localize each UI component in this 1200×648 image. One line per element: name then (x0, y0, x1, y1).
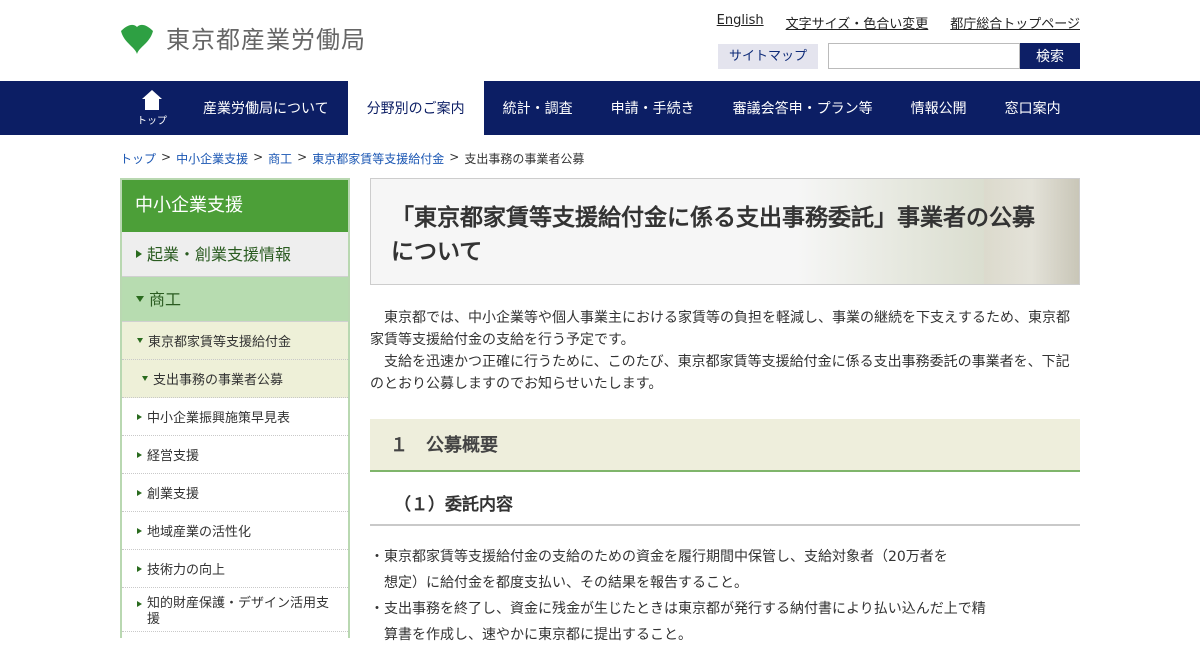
bullet-list: ・東京都家賃等支援給付金の支給のための資金を履行期間中保管し、支給対象者（20万… (370, 544, 1080, 648)
sitemap-button[interactable]: サイトマップ (718, 43, 818, 69)
subsection-heading: （１）委託内容 (370, 490, 1080, 526)
nav-home-label: トップ (137, 116, 167, 127)
search-button[interactable]: 検索 (1020, 43, 1080, 69)
sidebar-item-label: 技術力の向上 (147, 563, 226, 578)
breadcrumb-top[interactable]: トップ (120, 150, 156, 167)
breadcrumb-sme-support[interactable]: 中小企業支援 (176, 150, 248, 167)
sidebar-item-regional-industry[interactable]: 地域産業の活性化 (122, 512, 348, 550)
bullet-item: ・東京都家賃等支援給付金の支給のための資金を履行期間中保管し、支給対象者（20万… (370, 544, 1080, 596)
bullet-text-continued: 想定）に給付金を都度支払い、その結果を報告すること。 (384, 575, 748, 591)
sidebar-item-technology[interactable]: 技術力の向上 (122, 550, 348, 588)
breadcrumb-rent-benefit[interactable]: 東京都家賃等支援給付金 (312, 150, 444, 167)
nav-home[interactable]: トップ (120, 81, 184, 135)
sidebar-item-label: 地域産業の活性化 (147, 525, 252, 540)
sidebar-item-ip-design[interactable]: 知的財産保護・デザイン活用支援 (122, 588, 348, 632)
sidebar-item-startup-support[interactable]: 起業・創業支援情報 (122, 232, 348, 277)
breadcrumb: トップ > 中小企業支援 > 商工 > 東京都家賃等支援給付金 > 支出事務の事… (120, 150, 584, 167)
sidebar-item-commerce[interactable]: 商工 (122, 277, 348, 322)
triangle-right-icon (137, 565, 142, 572)
english-link[interactable]: English (717, 13, 764, 32)
nav-statistics[interactable]: 統計・調査 (484, 81, 592, 135)
intro-paragraph: 東京都では、中小企業等や個人事業主における家賃等の負担を軽減し、事業の継続を下支… (370, 310, 1070, 348)
triangle-down-icon (136, 296, 144, 302)
nav-applications[interactable]: 申請・手続き (592, 81, 714, 135)
triangle-right-icon (137, 451, 142, 458)
local-nav-sidebar: 中小企業支援 起業・創業支援情報 商工 東京都家賃等支援給付金 支出事務の事業者… (120, 178, 350, 638)
text-size-color-link[interactable]: 文字サイズ・色合い変更 (786, 13, 929, 32)
bullet-text-continued: 算書を作成し、速やかに東京都に提出すること。 (384, 627, 692, 643)
nav-council-plans[interactable]: 審議会答申・プラン等 (714, 81, 892, 135)
sidebar-item-label: 経営支援 (147, 449, 200, 464)
triangle-right-icon (137, 489, 142, 496)
search-row: サイトマップ 検索 (718, 43, 1080, 69)
sidebar-item-label: 東京都家賃等支援給付金 (148, 335, 292, 350)
sidebar-item-label: 中小企業振興施策早見表 (147, 411, 291, 426)
triangle-right-icon (137, 527, 142, 534)
intro-paragraph: 支給を迅速かつ正確に行うために、このたび、東京都家賃等支援給付金に係る支出事務委… (370, 354, 1070, 392)
site-logo[interactable]: 東京都産業労働局 (120, 20, 366, 55)
ginkgo-logo-icon (121, 24, 153, 54)
breadcrumb-separator: > (449, 150, 460, 164)
nav-disclosure[interactable]: 情報公開 (892, 81, 986, 135)
section-heading: １ 公募概要 (370, 419, 1080, 472)
search-input[interactable] (828, 43, 1020, 69)
sidebar-item-management-support[interactable]: 経営支援 (122, 436, 348, 474)
triangle-right-icon (136, 250, 142, 258)
triangle-down-icon (142, 376, 148, 381)
nav-about[interactable]: 産業労働局について (184, 81, 348, 135)
bullet-text: ・東京都家賃等支援給付金の支給のための資金を履行期間中保管し、支給対象者（20万… (370, 549, 948, 565)
breadcrumb-separator: > (161, 150, 172, 164)
sidebar-item-public-recruitment[interactable]: 支出事務の事業者公募 (122, 360, 348, 398)
breadcrumb-current: 支出事務の事業者公募 (464, 152, 585, 166)
tocho-top-link[interactable]: 都庁総合トップページ (950, 13, 1080, 32)
sidebar-item-policy-chart[interactable]: 中小企業振興施策早見表 (122, 398, 348, 436)
triangle-right-icon (137, 413, 142, 420)
nav-contact-windows[interactable]: 窓口案内 (986, 81, 1080, 135)
sidebar-item-rent-benefit[interactable]: 東京都家賃等支援給付金 (122, 322, 348, 360)
home-icon (142, 90, 162, 110)
utility-links: English 文字サイズ・色合い変更 都庁総合トップページ (717, 13, 1080, 32)
breadcrumb-separator: > (297, 150, 308, 164)
triangle-down-icon (137, 338, 143, 343)
bullet-text: ・支出事務を終了し、資金に残金が生じたときは東京都が発行する納付書により払い込ん… (370, 601, 986, 617)
sidebar-heading[interactable]: 中小企業支援 (122, 180, 348, 232)
sidebar-item-label: 知的財産保護・デザイン活用支援 (147, 596, 330, 627)
nav-by-field[interactable]: 分野別のご案内 (347, 81, 484, 135)
page-title-box: 「東京都家賃等支援給付金に係る支出事務委託」事業者の公募について (370, 178, 1080, 285)
page-title: 「東京都家賃等支援給付金に係る支出事務委託」事業者の公募について (391, 205, 1035, 265)
site-header: 東京都産業労働局 English 文字サイズ・色合い変更 都庁総合トップページ … (0, 0, 1200, 81)
sidebar-item-founding-support[interactable]: 創業支援 (122, 474, 348, 512)
logo-text: 東京都産業労働局 (166, 26, 366, 54)
main-content: 「東京都家賃等支援給付金に係る支出事務委託」事業者の公募について 東京都では、中… (370, 178, 1080, 648)
breadcrumb-separator: > (253, 150, 264, 164)
intro-text: 東京都では、中小企業等や個人事業主における家賃等の負担を軽減し、事業の継続を下支… (370, 307, 1080, 395)
sidebar-item-label: 支出事務の事業者公募 (153, 373, 284, 388)
sidebar-item-label: 商工 (149, 289, 182, 309)
sidebar-item-label: 創業支援 (147, 487, 200, 502)
triangle-right-icon (137, 601, 142, 607)
breadcrumb-commerce[interactable]: 商工 (268, 150, 292, 167)
sidebar-item-label: 起業・創業支援情報 (147, 244, 292, 264)
bullet-item: ・支出事務を終了し、資金に残金が生じたときは東京都が発行する納付書により払い込ん… (370, 596, 1080, 648)
global-nav: トップ 産業労働局について 分野別のご案内 統計・調査 申請・手続き 審議会答申… (0, 81, 1200, 135)
